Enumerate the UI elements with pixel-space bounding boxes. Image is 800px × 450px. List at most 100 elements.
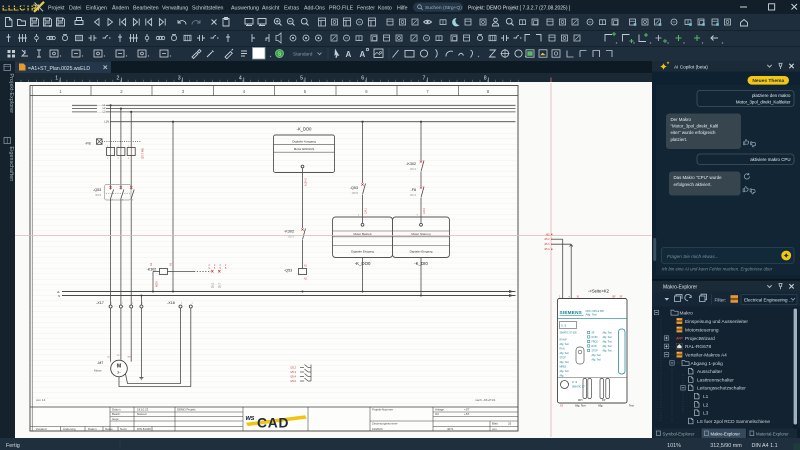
svg-text:Der Makro: Der Makro bbox=[671, 117, 692, 122]
svg-text:Auswertung: Auswertung bbox=[231, 6, 259, 12]
svg-text:Makro-Explorer: Makro-Explorer bbox=[663, 285, 698, 291]
svg-text:Projekt: DEMO Projekt [ 7.3.2: Projekt: DEMO Projekt [ 7.3.2.7 (27.08.2… bbox=[468, 5, 571, 11]
svg-text:RUN: RUN bbox=[592, 346, 597, 348]
svg-text:Allg. Text: Allg. Text bbox=[603, 350, 613, 353]
svg-text:platziere den makro: platziere den makro bbox=[752, 93, 791, 98]
svg-text:platziert.: platziert. bbox=[671, 137, 688, 142]
svg-text:STOP: STOP bbox=[560, 358, 567, 360]
svg-text:/25.6: /25.6 bbox=[290, 379, 296, 383]
svg-text:STOP: STOP bbox=[592, 351, 599, 353]
svg-text:Bearbeiten: Bearbeiten bbox=[133, 6, 159, 12]
svg-text:4: 4 bbox=[239, 76, 242, 82]
svg-text:2I. 3I: 2I. 3I bbox=[561, 325, 566, 327]
svg-text:Motor EIN/AUS: Motor EIN/AUS bbox=[294, 147, 315, 151]
svg-text:7: 7 bbox=[423, 76, 426, 82]
svg-text:400V: 400V bbox=[156, 281, 159, 287]
svg-text:RUN: RUN bbox=[560, 349, 565, 351]
svg-text:-F8: -F8 bbox=[85, 142, 91, 146]
svg-text:Motor: Motor bbox=[94, 368, 102, 372]
svg-text:Datei: Datei bbox=[69, 6, 81, 12]
svg-text:25.1: 25.1 bbox=[212, 283, 215, 288]
svg-text:Zeichnungsnummer: Zeichnungsnummer bbox=[372, 421, 398, 425]
svg-text:Motorsteuerung: Motorsteuerung bbox=[685, 327, 719, 333]
svg-text:DC5V: DC5V bbox=[592, 337, 599, 339]
svg-text:SIMATIC S7-300: SIMATIC S7-300 bbox=[560, 332, 578, 335]
svg-text:Verwaltung: Verwaltung bbox=[162, 6, 188, 12]
svg-text:L1N: L1N bbox=[104, 120, 109, 124]
svg-text:L1: L1 bbox=[703, 394, 709, 400]
svg-text:3: 3 bbox=[178, 76, 181, 82]
svg-text:Allg. Text: Allg. Text bbox=[592, 359, 602, 362]
svg-text:AI Copilot (beta): AI Copilot (beta) bbox=[674, 64, 708, 69]
svg-text:Ansicht: Ansicht bbox=[262, 6, 280, 12]
svg-text:A: A bbox=[360, 50, 366, 59]
svg-text:von 14: von 14 bbox=[36, 398, 46, 402]
svg-text:-K302: -K302 bbox=[284, 230, 294, 234]
svg-text:101%: 101% bbox=[667, 443, 681, 449]
svg-text:6: 6 bbox=[361, 76, 364, 82]
svg-text:Fragen Sie mich etwas...: Fragen Sie mich etwas... bbox=[667, 254, 719, 259]
svg-text:Ich bin eine AI und kann Fehle: Ich bin eine AI und kann Fehler machen. … bbox=[662, 267, 773, 272]
svg-text:ws: ws bbox=[246, 415, 255, 422]
svg-text:ProjectWizard: ProjectWizard bbox=[685, 336, 715, 342]
svg-text:-Q53: -Q53 bbox=[350, 186, 358, 190]
svg-text:eiter" wurde erfolgreich: eiter" wurde erfolgreich bbox=[671, 130, 717, 135]
svg-text:Bearb.: Bearb. bbox=[112, 412, 121, 416]
svg-text:A124.0: A124.0 bbox=[305, 178, 308, 186]
svg-text:L3: L3 bbox=[703, 411, 709, 417]
svg-text:Allg. Text: Allg. Text bbox=[560, 370, 570, 373]
svg-text:L2: L2 bbox=[703, 402, 709, 408]
svg-text:SIEMENS: SIEMENS bbox=[560, 310, 583, 315]
svg-text:-Q53: -Q53 bbox=[284, 269, 292, 273]
svg-text:Extras: Extras bbox=[284, 6, 299, 12]
svg-text:/25.5: /25.5 bbox=[95, 193, 102, 197]
svg-text:Allg. Text: Allg. Text bbox=[560, 352, 570, 355]
svg-text:2I. 3I: 2I. 3I bbox=[572, 382, 577, 384]
svg-text:/25.2: /25.2 bbox=[544, 238, 550, 241]
svg-text:Projekt-Explorer: Projekt-Explorer bbox=[8, 74, 14, 114]
svg-text:von: von bbox=[492, 427, 497, 431]
svg-text:Projekt: Projekt bbox=[48, 6, 65, 12]
svg-text:aktiviere makro CPU: aktiviere makro CPU bbox=[750, 157, 790, 162]
svg-text:312,5/90 mm: 312,5/90 mm bbox=[710, 443, 742, 449]
svg-text:Allg. Text: Allg. Text bbox=[603, 345, 613, 348]
svg-text:Hilfe: Hilfe bbox=[397, 6, 408, 12]
svg-text:Neues Thema: Neues Thema bbox=[752, 78, 784, 84]
svg-text:Ort: Ort bbox=[435, 412, 439, 416]
svg-text:MRES: MRES bbox=[560, 367, 567, 369]
svg-text:Einfügen: Einfügen bbox=[86, 6, 107, 12]
svg-text:Leitungsschutzschalter: Leitungsschutzschalter bbox=[697, 386, 746, 392]
svg-text:Allg. Text: Allg. Text bbox=[603, 341, 613, 344]
svg-text:/25.4: /25.4 bbox=[290, 375, 296, 379]
svg-text:DIN 81346: DIN 81346 bbox=[137, 427, 151, 431]
svg-text:"Motor_3pol_direkt_Kaltl: "Motor_3pol_direkt_Kaltl bbox=[671, 124, 719, 129]
svg-text:RAL-RG678: RAL-RG678 bbox=[685, 344, 711, 350]
svg-text:/25.7 M5: /25.7 M5 bbox=[141, 148, 145, 159]
svg-text:Digitaler Eingang: Digitaler Eingang bbox=[351, 249, 374, 253]
svg-text:Symbol-Explorer: Symbol-Explorer bbox=[663, 431, 695, 436]
svg-text:Anlage: Anlage bbox=[435, 408, 444, 412]
svg-text:Electrical Engineering …: Electrical Engineering … bbox=[744, 298, 793, 303]
svg-text:124.2: 124.2 bbox=[423, 207, 426, 214]
svg-text:/25.5: /25.5 bbox=[352, 191, 359, 195]
svg-text:Standard: Standard bbox=[293, 52, 313, 58]
svg-text:Projekt-Nummer: Projekt-Nummer bbox=[372, 408, 393, 412]
svg-text:-F8: -F8 bbox=[410, 188, 416, 192]
svg-text:Konto: Konto bbox=[378, 6, 392, 12]
svg-text:DP: DP bbox=[602, 399, 606, 402]
svg-text:/25.4: /25.4 bbox=[544, 248, 550, 251]
svg-text:/25.2: /25.2 bbox=[290, 366, 296, 370]
svg-text:FRCE: FRCE bbox=[592, 342, 599, 344]
svg-text:Motor_3pol_direkt_Kaltleiter: Motor_3pol_direkt_Kaltleiter bbox=[736, 100, 791, 105]
svg-text:Allg. Text: Allg. Text bbox=[560, 343, 570, 346]
svg-text:-K_DO0: -K_DO0 bbox=[297, 127, 313, 132]
svg-text:1: 1 bbox=[55, 76, 58, 82]
svg-text:=A1+ST_Plan.0025.wsELD: =A1+ST_Plan.0025.wsELD bbox=[28, 66, 90, 72]
svg-text:5: 5 bbox=[300, 76, 303, 82]
svg-text:2: 2 bbox=[117, 76, 120, 82]
svg-text:Makro: Makro bbox=[680, 310, 694, 316]
svg-text:-<Seite>K2: -<Seite>K2 bbox=[588, 289, 610, 294]
svg-text:-K302: -K302 bbox=[406, 162, 416, 166]
svg-text:Fenster: Fenster bbox=[357, 6, 375, 12]
svg-text:Digitaler Ausgang: Digitaler Ausgang bbox=[292, 139, 316, 143]
